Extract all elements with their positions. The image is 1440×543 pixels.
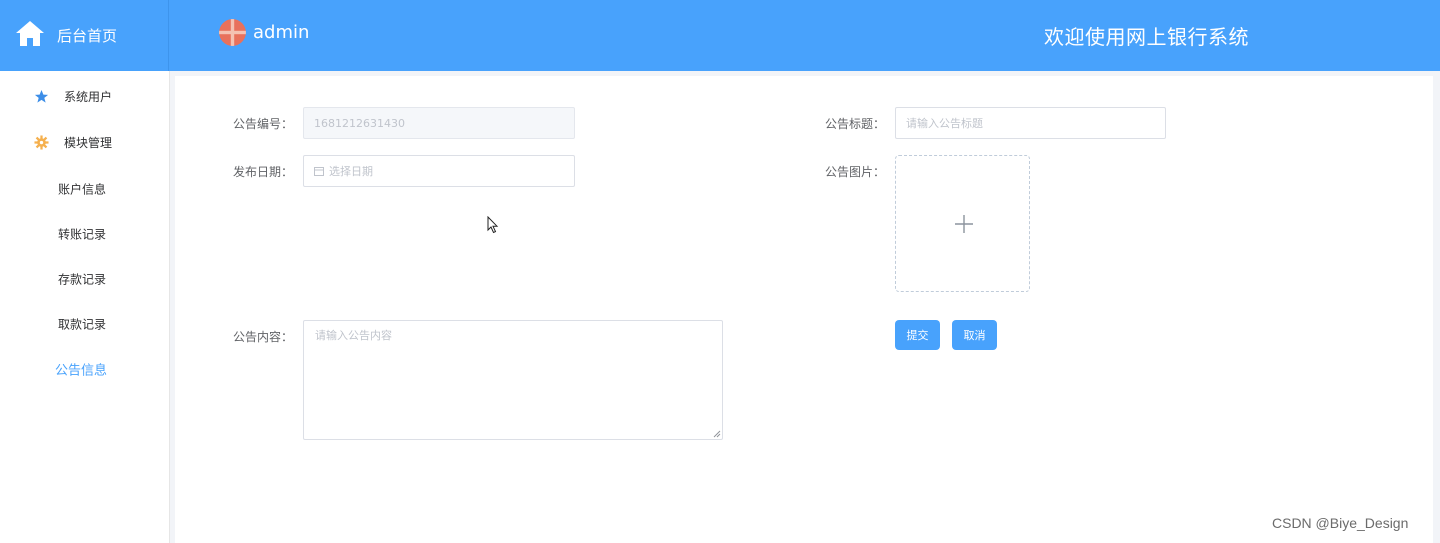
sidebar-item-label: 转账记录	[58, 227, 107, 242]
sidebar-item-withdrawal-records[interactable]: 取款记录	[0, 302, 169, 346]
announcement-title-input[interactable]: 请输入公告标题	[895, 107, 1166, 139]
site-title: 欢迎使用网上银行系统	[1044, 25, 1249, 49]
sidebar-item-label: 模块管理	[64, 136, 113, 150]
announcement-content-textarea[interactable]: 请输入公告内容	[303, 320, 723, 440]
announcement-title-label: 公告标题：	[825, 117, 886, 131]
sidebar-item-label: 存款记录	[58, 272, 107, 287]
sidebar-item-label: 系统用户	[64, 90, 113, 104]
image-upload-area[interactable]	[895, 155, 1030, 292]
star-icon	[34, 89, 49, 103]
sidebar-item-label: 账户信息	[58, 182, 107, 197]
brand-label: 后台首页	[57, 27, 118, 45]
avatar	[219, 19, 246, 46]
username: admin	[253, 22, 310, 43]
sidebar-item-account-info[interactable]: 账户信息	[0, 167, 169, 211]
home-link[interactable]: 后台首页	[0, 0, 169, 71]
publish-date-placeholder: 选择日期	[329, 165, 373, 178]
sidebar-item-deposit-records[interactable]: 存款记录	[0, 257, 169, 301]
announcement-id-label: 公告编号：	[233, 117, 294, 131]
announcement-id-field: 1681212631430	[303, 107, 575, 139]
home-icon	[16, 21, 44, 46]
sidebar-item-label: 取款记录	[58, 317, 107, 332]
calendar-icon	[314, 167, 324, 176]
submit-button[interactable]: 提交	[895, 320, 940, 350]
sidebar-item-transfer-records[interactable]: 转账记录	[0, 212, 169, 256]
plus-icon	[955, 215, 973, 233]
main-panel	[175, 76, 1433, 543]
watermark: CSDN @Biye_Design	[1272, 515, 1409, 531]
publish-date-label: 发布日期：	[233, 165, 294, 179]
announcement-id-value: 1681212631430	[314, 116, 405, 130]
cancel-button[interactable]: 取消	[952, 320, 997, 350]
announcement-content-label: 公告内容：	[233, 330, 294, 344]
gear-icon	[34, 135, 49, 150]
announcement-content-placeholder: 请输入公告内容	[315, 329, 392, 342]
announcement-title-placeholder: 请输入公告标题	[906, 117, 983, 130]
announcement-image-label: 公告图片：	[825, 165, 886, 179]
sidebar: 系统用户 模块管理 账户信息 转账记录 存款记录 取款记录 公告信息	[0, 71, 170, 543]
sidebar-item-system-users[interactable]: 系统用户	[0, 74, 169, 119]
sidebar-item-announcements[interactable]: 公告信息	[0, 347, 169, 391]
sidebar-item-module-management[interactable]: 模块管理	[0, 120, 169, 165]
user-menu[interactable]: admin	[219, 18, 309, 47]
publish-date-picker[interactable]: 选择日期	[303, 155, 575, 187]
sidebar-item-label: 公告信息	[55, 363, 108, 379]
mouse-pointer-icon	[487, 216, 499, 234]
resize-handle-icon[interactable]	[713, 430, 721, 438]
top-header: 后台首页 admin 欢迎使用网上银行系统	[0, 0, 1440, 71]
